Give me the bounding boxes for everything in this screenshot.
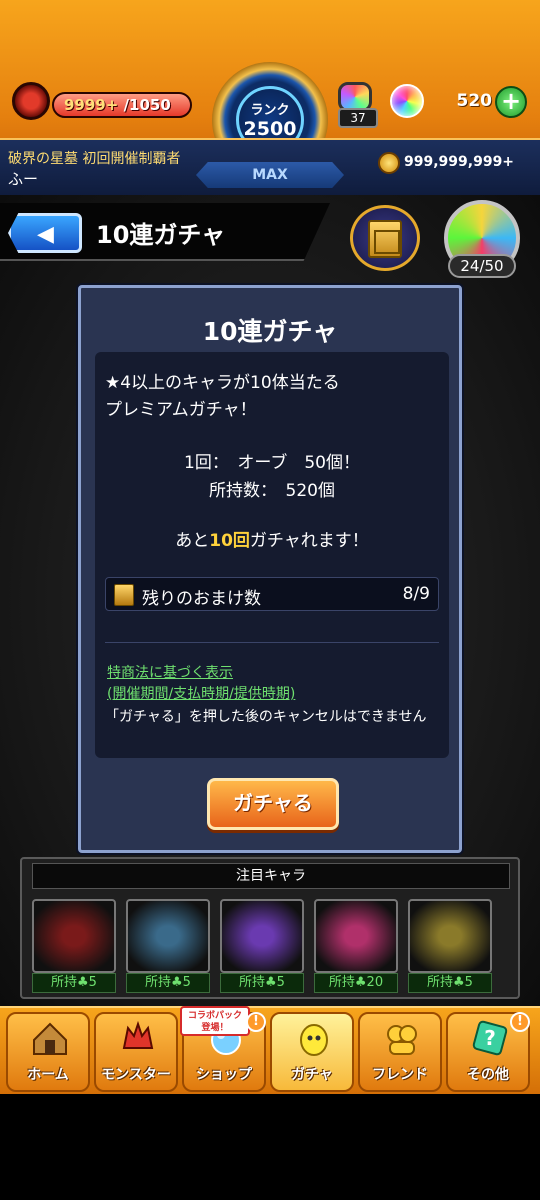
box-count: 24/50: [448, 254, 516, 278]
question-icon: ?: [472, 1020, 508, 1056]
back-arrow-icon: ◀: [37, 222, 54, 247]
top-hud: 9999+ /1050 ランク 2500 37 520 + MAX 破界の星墓 …: [0, 0, 540, 195]
featured-character-1[interactable]: 所持♣5: [32, 899, 116, 993]
featured-characters: 注目キャラ 所持♣5 所持♣5 所持♣5 所持♣20 所持♣5: [20, 857, 520, 999]
remain-line: あと10回ガチャれます！: [95, 526, 449, 551]
character-portrait: [314, 899, 398, 973]
nav-friend[interactable]: フレンド: [358, 1012, 442, 1092]
character-owned-label: 所持♣5: [126, 973, 210, 993]
orb-count: 520: [456, 91, 493, 111]
desc-line-1: ★4以上のキャラが10体当たる: [105, 373, 340, 393]
character-portrait: [32, 899, 116, 973]
character-owned-label: 所持♣5: [32, 973, 116, 993]
nav-monster-label: モンスター: [101, 1067, 171, 1083]
other-alert-badge: !: [510, 1012, 530, 1032]
cancel-note: 「ガチャる」を押した後のキャンセルはできません: [105, 709, 427, 725]
shop-alert-badge: !: [246, 1012, 266, 1032]
gacha-dialog: 10連ガチャ ★4以上のキャラが10体当たる プレミアムガチャ！ 1回： オーブ…: [78, 285, 462, 853]
remain-count: 10回: [209, 531, 250, 551]
bonus-value: 8/9: [402, 584, 430, 604]
bonus-label: 残りのおまけ数: [142, 589, 261, 609]
page-title: 10連ガチャ: [96, 221, 226, 249]
gold-coin-icon: [378, 152, 400, 174]
monster-icon: [122, 1020, 154, 1049]
character-owned-label: 所持♣5: [408, 973, 492, 993]
nav-friend-label: フレンド: [372, 1067, 428, 1083]
owned-line: 所持数： 520個: [209, 481, 335, 501]
featured-character-4[interactable]: 所持♣20: [314, 899, 398, 993]
hp-text: 9999+ /1050: [64, 96, 171, 114]
collab-badge-line-1: コラボパック: [187, 1011, 242, 1021]
stamina-count: 37: [338, 108, 378, 128]
featured-character-3[interactable]: 所持♣5: [220, 899, 304, 993]
hp-current: 9999+: [64, 96, 119, 114]
divider: [105, 642, 439, 643]
collab-badge-line-2: 登場！: [201, 1023, 229, 1033]
rank-value: 2500: [243, 118, 297, 140]
nav-other-label: その他: [467, 1067, 509, 1083]
collab-pack-badge: コラボパック 登場！: [180, 1006, 250, 1036]
svg-text:?: ?: [484, 1026, 496, 1050]
player-name: ふー: [8, 170, 39, 188]
hp-bar: 9999+ /1050: [52, 92, 192, 118]
character-portrait: [408, 899, 492, 973]
rank-max-badge: MAX: [196, 162, 344, 188]
cost-line: 1回： オーブ 50個！: [184, 453, 360, 473]
legal-link-periods[interactable]: (開催期間/支払時期/提供時期): [107, 683, 295, 703]
legal-link-tokushoho[interactable]: 特商法に基づく表示: [107, 662, 233, 682]
orb-icon: [390, 84, 424, 118]
featured-character-5[interactable]: 所持♣5: [408, 899, 492, 993]
character-owned-label: 所持♣20: [314, 973, 398, 993]
nav-home[interactable]: ホーム: [6, 1012, 90, 1092]
nav-shop-label: ショップ: [196, 1067, 252, 1083]
hp-icon: [12, 82, 50, 120]
featured-character-2[interactable]: 所持♣5: [126, 899, 210, 993]
home-icon: [33, 1022, 67, 1055]
add-orb-button[interactable]: +: [495, 86, 527, 118]
gacha-description: ★4以上のキャラが10体当たる プレミアムガチャ！: [105, 370, 340, 424]
player-title: 破界の星墓 初回開催制覇者: [8, 151, 181, 167]
character-portrait: [220, 899, 304, 973]
nav-monster[interactable]: モンスター: [94, 1012, 178, 1092]
bonus-remaining-row: 残りのおまけ数 8/9: [105, 577, 439, 611]
nav-home-label: ホーム: [27, 1067, 69, 1083]
character-owned-label: 所持♣5: [220, 973, 304, 993]
gold-value: 999,999,999+: [404, 154, 515, 170]
rank-label: ランク: [250, 103, 290, 118]
hp-max: /1050: [123, 96, 171, 114]
dialog-panel: ★4以上のキャラが10体当たる プレミアムガチャ！ 1回： オーブ 50個！ 所…: [95, 352, 449, 758]
featured-title: 注目キャラ: [32, 863, 510, 889]
bottom-nav: ホーム モンスター ショップ ガチャ フレンド ? その他: [0, 1006, 540, 1094]
bonus-box-button[interactable]: [350, 205, 420, 271]
nav-gacha[interactable]: ガチャ: [270, 1012, 354, 1092]
bonus-icon: [114, 584, 134, 606]
treasure-box-icon: [368, 220, 402, 258]
remain-suffix: ガチャれます！: [249, 531, 369, 551]
gacha-button[interactable]: ガチャる: [207, 778, 339, 830]
back-button[interactable]: ◀: [8, 213, 82, 253]
remain-prefix: あと: [175, 531, 210, 551]
gacha-egg-icon: [300, 1024, 328, 1056]
desc-line-2: プレミアムガチャ！: [105, 400, 257, 420]
bottom-blank-area: [0, 1094, 540, 1200]
nav-gacha-label: ガチャ: [291, 1067, 333, 1083]
friend-icon: [387, 1025, 417, 1055]
character-portrait: [126, 899, 210, 973]
dialog-title: 10連ガチャ: [202, 317, 338, 346]
